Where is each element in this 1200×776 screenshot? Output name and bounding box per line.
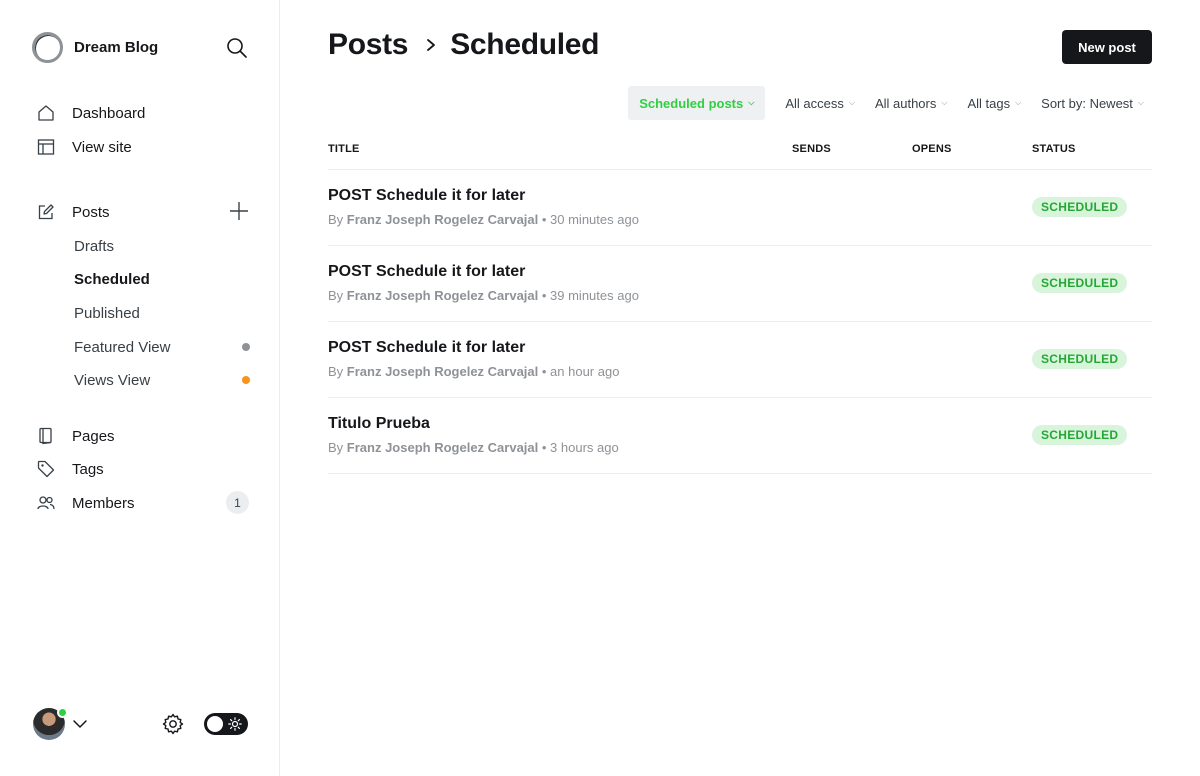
- column-header-status: STATUS: [1032, 143, 1076, 155]
- sidebar-item-label: Pages: [72, 427, 115, 445]
- sidebar: Dream Blog Dashboard View site Posts Dra…: [0, 0, 280, 776]
- sidebar-item-label: Dashboard: [72, 104, 146, 122]
- status-badge: SCHEDULED: [1032, 425, 1128, 445]
- by-label: By: [328, 212, 344, 227]
- post-meta: By Franz Joseph Rogelez Carvajal • an ho…: [328, 364, 620, 379]
- view-color-dot: [242, 376, 250, 384]
- post-title: POST Schedule it for later: [328, 263, 526, 280]
- sidebar-subitem-scheduled[interactable]: Scheduled: [74, 268, 252, 290]
- sidebar-item-label: View site: [72, 138, 132, 156]
- sidebar-subitem-label: Featured View: [74, 338, 171, 356]
- by-label: By: [328, 288, 344, 303]
- post-author: Franz Joseph Rogelez Carvajal: [346, 288, 539, 303]
- filter-label: Scheduled posts: [639, 95, 744, 111]
- layout-icon: [36, 137, 56, 157]
- chevron-down-icon: ⌵: [1137, 98, 1144, 107]
- sidebar-item-pages[interactable]: Pages: [32, 424, 115, 448]
- post-time: 3 hours ago: [550, 440, 619, 455]
- sidebar-subitem-featured-view[interactable]: Featured View: [74, 336, 252, 358]
- post-title: POST Schedule it for later: [328, 187, 526, 204]
- filter-bar: Scheduled posts ⌵ All access ⌵ All authors…: [628, 86, 1152, 120]
- sidebar-item-label: Tags: [72, 460, 104, 478]
- sidebar-subitem-label: Published: [74, 304, 140, 322]
- chevron-down-icon: ⌵: [1015, 98, 1022, 107]
- users-icon: [36, 493, 56, 513]
- post-time: 30 minutes ago: [550, 212, 639, 227]
- sidebar-item-members[interactable]: Members: [32, 491, 135, 515]
- table-row[interactable]: POST Schedule it for later By Franz Jose…: [328, 246, 1152, 322]
- column-header-title: TITLE: [328, 143, 360, 155]
- home-icon: [36, 103, 56, 123]
- filter-sort[interactable]: Sort by: Newest ⌵: [1031, 86, 1152, 120]
- sidebar-subitem-label: Scheduled: [74, 270, 150, 288]
- post-meta: By Franz Joseph Rogelez Carvajal • 39 mi…: [328, 288, 639, 303]
- filter-label: All authors: [874, 95, 937, 111]
- status-badge: SCHEDULED: [1032, 349, 1128, 369]
- table-row[interactable]: POST Schedule it for later By Franz Jose…: [328, 170, 1152, 246]
- chevron-down-icon: ⌵: [941, 98, 948, 107]
- sidebar-item-dashboard[interactable]: Dashboard: [32, 101, 145, 125]
- column-header-sends: SENDS: [792, 143, 831, 155]
- status-badge: SCHEDULED: [1032, 273, 1128, 293]
- gear-icon[interactable]: [161, 712, 185, 736]
- sidebar-subitem-label: Views View: [74, 371, 151, 389]
- sidebar-subitem-views-view[interactable]: Views View: [74, 369, 252, 391]
- filter-label: Sort by: Newest: [1041, 95, 1133, 111]
- file-icon: [36, 426, 56, 446]
- post-title: POST Schedule it for later: [328, 339, 526, 356]
- brand[interactable]: Dream Blog: [32, 32, 158, 63]
- breadcrumb-current: Scheduled: [450, 28, 600, 61]
- site-logo: [32, 32, 63, 63]
- post-author: Franz Joseph Rogelez Carvajal: [346, 212, 539, 227]
- toggle-knob: [207, 716, 223, 732]
- filter-authors[interactable]: All authors ⌵: [865, 86, 958, 120]
- filter-label: All tags: [967, 95, 1011, 111]
- sidebar-item-label: Members: [72, 494, 135, 512]
- chevron-down-icon[interactable]: [72, 716, 88, 732]
- column-header-opens: OPENS: [912, 143, 952, 155]
- post-meta: By Franz Joseph Rogelez Carvajal • 30 mi…: [328, 212, 639, 227]
- sun-icon: [228, 717, 242, 731]
- filter-type[interactable]: Scheduled posts ⌵: [628, 86, 766, 120]
- sidebar-subitem-drafts[interactable]: Drafts: [74, 235, 252, 257]
- new-post-button[interactable]: New post: [1062, 30, 1152, 64]
- add-post-icon[interactable]: [228, 200, 250, 222]
- post-time: 39 minutes ago: [550, 288, 639, 303]
- by-label: By: [328, 440, 344, 455]
- table-row[interactable]: Titulo Prueba By Franz Joseph Rogelez Ca…: [328, 398, 1152, 474]
- search-icon[interactable]: [226, 37, 248, 59]
- theme-toggle[interactable]: [204, 713, 248, 735]
- sidebar-subitem-label: Drafts: [74, 237, 115, 255]
- site-name: Dream Blog: [74, 39, 159, 56]
- sidebar-item-posts[interactable]: Posts: [32, 200, 110, 224]
- sidebar-item-view-site[interactable]: View site: [32, 135, 132, 159]
- sidebar-item-tags[interactable]: Tags: [32, 457, 104, 481]
- view-color-dot: [242, 343, 250, 351]
- post-title: Titulo Prueba: [328, 415, 430, 432]
- post-author: Franz Joseph Rogelez Carvajal: [346, 364, 539, 379]
- chevron-down-icon: ⌵: [748, 98, 755, 107]
- breadcrumb-posts[interactable]: Posts: [328, 28, 409, 62]
- filter-label: All access: [785, 95, 844, 111]
- table-row[interactable]: POST Schedule it for later By Franz Jose…: [328, 322, 1152, 398]
- members-count-badge: 1: [226, 491, 249, 514]
- tag-icon: [36, 459, 56, 479]
- filter-access[interactable]: All access ⌵: [775, 86, 865, 120]
- pencil-icon: [36, 202, 56, 222]
- post-time: an hour ago: [550, 364, 620, 379]
- chevron-right-icon: [424, 38, 438, 52]
- status-badge: SCHEDULED: [1032, 197, 1128, 217]
- chevron-down-icon: ⌵: [848, 98, 855, 107]
- sidebar-subitem-published[interactable]: Published: [74, 302, 252, 324]
- by-label: By: [328, 364, 344, 379]
- page-title: Posts Scheduled: [328, 28, 600, 62]
- table-header: TITLE SENDS OPENS STATUS: [328, 140, 1152, 170]
- filter-tags[interactable]: All tags ⌵: [957, 86, 1031, 120]
- post-author: Franz Joseph Rogelez Carvajal: [346, 440, 539, 455]
- post-meta: By Franz Joseph Rogelez Carvajal • 3 hou…: [328, 440, 619, 455]
- online-status-dot: [57, 707, 68, 718]
- sidebar-item-label: Posts: [72, 203, 110, 221]
